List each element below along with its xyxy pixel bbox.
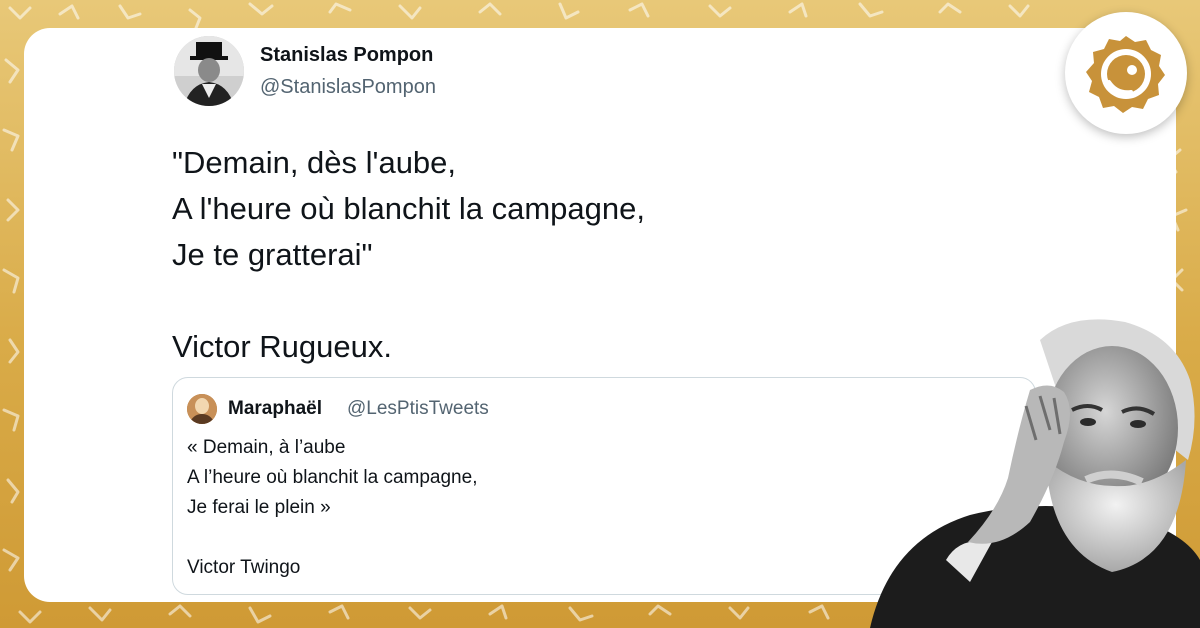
quoted-author-avatar[interactable] (187, 394, 217, 424)
author-name[interactable]: Stanislas Pompon (260, 44, 433, 67)
quoted-text-line: « Demain, à l’aube (187, 437, 346, 458)
tweet-text-line: Victor Rugueux. (172, 329, 392, 364)
brand-logo (1065, 12, 1187, 134)
tweet-text-line: "Demain, dès l'aube, (172, 145, 457, 180)
bearded-man-portrait (870, 319, 1200, 628)
seal-bird-logo-icon (1086, 36, 1165, 113)
quoted-text-line: Victor Twingo (187, 557, 301, 578)
tweet-text: "Demain, dès l'aube, A l'heure où blanch… (172, 140, 645, 370)
quoted-text-line: A l’heure où blanchit la campagne, (187, 467, 478, 488)
quoted-text-line: Je ferai le plein » (187, 497, 331, 518)
quoted-text-line (187, 523, 477, 553)
quoted-author-handle[interactable]: @LesPtisTweets (347, 398, 489, 420)
quoted-tweet-text: « Demain, à l’aube A l’heure où blanchit… (187, 433, 477, 583)
author-handle[interactable]: @StanislasPompon (260, 76, 436, 99)
tweet-text-line: Je te gratterai" (172, 237, 373, 272)
author-avatar[interactable] (174, 36, 244, 106)
tweet-text-line (172, 278, 645, 324)
tweet-text-line: A l'heure où blanchit la campagne, (172, 191, 645, 226)
quoted-author-name[interactable]: Maraphaël (228, 398, 322, 420)
